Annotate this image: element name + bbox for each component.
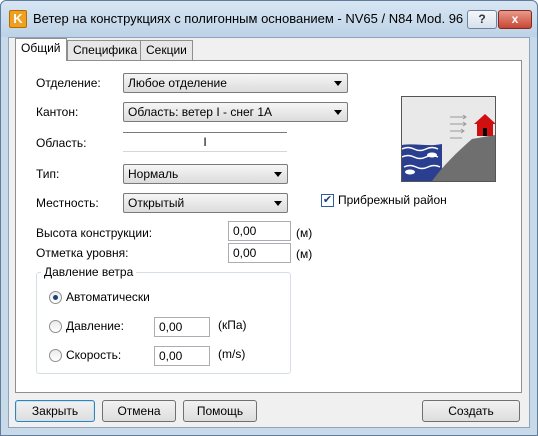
close-button[interactable]: Закрыть bbox=[15, 400, 95, 422]
window-title: Ветер на конструкциях с полигонным основ… bbox=[33, 11, 464, 26]
level-input[interactable]: 0,00 bbox=[228, 243, 291, 263]
tab-general[interactable]: Общий bbox=[15, 38, 67, 61]
title-bar[interactable]: K Ветер на конструкциях с полигонным осн… bbox=[1, 1, 537, 37]
terrain-label: Местность: bbox=[36, 196, 99, 210]
cancel-button[interactable]: Отмена bbox=[102, 400, 176, 422]
coastal-label[interactable]: Прибрежный район bbox=[338, 193, 447, 207]
region-field: I bbox=[123, 132, 287, 152]
pressure-radio-label[interactable]: Давление: bbox=[66, 319, 124, 333]
height-input[interactable]: 0,00 bbox=[228, 221, 291, 241]
auto-radio[interactable] bbox=[49, 291, 62, 304]
pressure-input[interactable]: 0,00 bbox=[154, 317, 210, 337]
level-label: Отметка уровня: bbox=[36, 246, 129, 260]
level-unit: (м) bbox=[296, 247, 313, 261]
terrain-value: Открытый bbox=[128, 196, 185, 210]
speed-input[interactable]: 0,00 bbox=[154, 346, 210, 366]
tab-panel-general: Отделение: Любое отделение Кантон: Облас… bbox=[15, 60, 522, 393]
height-unit: (м) bbox=[296, 226, 313, 240]
pressure-radio[interactable] bbox=[49, 320, 62, 333]
wind-pressure-group-title: Давление ветра bbox=[41, 265, 137, 279]
type-label: Тип: bbox=[36, 167, 60, 181]
dialog-client-area: Общий Специфика Секции Отделение: Любое … bbox=[8, 37, 530, 428]
wind-pressure-group: Давление ветра Автоматически Давление: 0… bbox=[36, 265, 291, 374]
auto-radio-label[interactable]: Автоматически bbox=[66, 290, 150, 304]
close-window-button[interactable]: x bbox=[498, 10, 532, 29]
help-title-button[interactable]: ? bbox=[467, 10, 497, 29]
dialog-window: K Ветер на конструкциях с полигонным осн… bbox=[0, 0, 538, 436]
tab-sections[interactable]: Секции bbox=[140, 40, 193, 60]
type-value: Нормаль bbox=[128, 167, 179, 181]
speed-unit: (m/s) bbox=[218, 347, 246, 361]
coastal-wind-image bbox=[401, 97, 496, 181]
pressure-unit: (кПа) bbox=[218, 318, 247, 332]
canton-value: Область: ветер I - снег 1А bbox=[128, 105, 273, 119]
department-value: Любое отделение bbox=[128, 76, 227, 90]
canton-dropdown[interactable]: Область: ветер I - снег 1А bbox=[123, 102, 348, 122]
chevron-down-icon bbox=[274, 201, 282, 206]
chevron-down-icon bbox=[334, 110, 342, 115]
app-logo-icon: K bbox=[9, 10, 27, 28]
help-button[interactable]: Помощь bbox=[183, 400, 257, 422]
create-button[interactable]: Создать bbox=[422, 400, 520, 422]
speed-radio[interactable] bbox=[49, 349, 62, 362]
chevron-down-icon bbox=[334, 81, 342, 86]
speed-radio-label[interactable]: Скорость: bbox=[66, 348, 121, 362]
terrain-dropdown[interactable]: Открытый bbox=[123, 193, 288, 213]
coastal-wind-illustration bbox=[401, 96, 496, 182]
tab-specifics[interactable]: Специфика bbox=[67, 40, 144, 60]
height-label: Высота конструкции: bbox=[36, 226, 153, 240]
region-label: Область: bbox=[36, 136, 87, 150]
chevron-down-icon bbox=[274, 172, 282, 177]
coastal-checkbox[interactable]: ✔ bbox=[321, 194, 334, 207]
type-dropdown[interactable]: Нормаль bbox=[123, 164, 288, 184]
canton-label: Кантон: bbox=[36, 105, 79, 119]
department-label: Отделение: bbox=[36, 76, 101, 90]
department-dropdown[interactable]: Любое отделение bbox=[123, 73, 348, 93]
